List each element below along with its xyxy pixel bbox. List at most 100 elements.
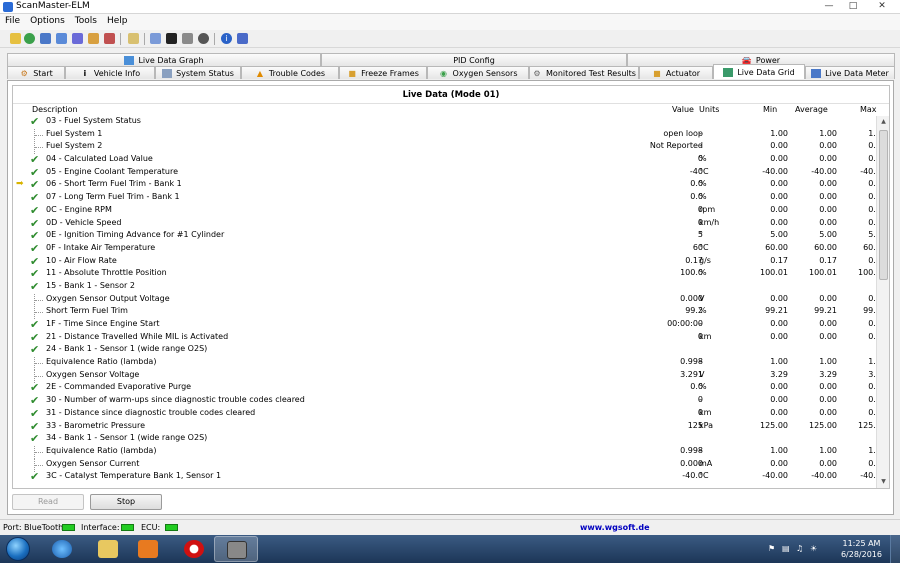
checkmark-icon[interactable]: ✔: [30, 166, 42, 179]
website-link[interactable]: www.wgsoft.de: [580, 523, 650, 532]
stop-button[interactable]: Stop: [90, 494, 162, 510]
table-row[interactable]: ✔ 21 - Distance Travelled While MIL is Ac…: [13, 331, 877, 345]
minimize-button[interactable]: —: [818, 0, 840, 13]
console-icon[interactable]: [166, 33, 177, 44]
table-row[interactable]: Oxygen Sensor Voltage3.291V3.293.293.29: [13, 369, 877, 383]
checkmark-icon[interactable]: ✔: [30, 191, 42, 204]
checkmark-icon[interactable]: ✔: [30, 394, 42, 407]
checkmark-icon[interactable]: ✔: [30, 381, 42, 394]
column-max[interactable]: Max: [860, 105, 877, 114]
table-row[interactable]: ✔ 07 - Long Term Fuel Trim - Bank 1 0.0% 0.…: [13, 191, 877, 205]
tab-live-data-grid[interactable]: Live Data Grid: [713, 64, 805, 79]
table-row[interactable]: ✔ 03 - Fuel System Status: [13, 116, 877, 129]
meter-tool-icon[interactable]: [88, 33, 99, 44]
checkmark-icon[interactable]: ✔: [30, 116, 42, 128]
menu-file[interactable]: File: [0, 14, 25, 26]
checkmark-icon[interactable]: ✔: [30, 470, 42, 483]
table-row[interactable]: ✔ 31 - Distance since diagnostic trouble …: [13, 407, 877, 421]
checkmark-icon[interactable]: ✔: [30, 318, 42, 331]
tab-trouble-codes[interactable]: ▲ Trouble Codes: [241, 66, 339, 79]
tab-live-data-graph[interactable]: Live Data Graph: [7, 53, 321, 66]
taskbar-clock[interactable]: 11:25 AM 6/28/2016: [841, 538, 882, 560]
table-row[interactable]: Oxygen Sensor Output Voltage 0.000 V 0.00 0.…: [13, 293, 877, 307]
tray-volume-icon[interactable]: ♫: [796, 544, 805, 553]
tab-vehicle-info[interactable]: i Vehicle Info: [65, 66, 155, 79]
table-row[interactable]: ✔ 11 - Absolute Throttle Position 100.0% 10…: [13, 267, 877, 281]
table-row[interactable]: ✔ 05 - Engine Coolant Temperature -40 °C -40…: [13, 166, 877, 180]
table-row[interactable]: ✔0C - Engine RPM0rpm0.000.000.00: [13, 204, 877, 218]
maximize-button[interactable]: □: [842, 0, 864, 13]
checkmark-icon[interactable]: ✔: [30, 280, 42, 293]
table-row[interactable]: Fuel System 1open loop-1.001.001.00: [13, 128, 877, 142]
grid-tool-icon[interactable]: [56, 33, 67, 44]
globe-icon[interactable]: [24, 33, 35, 44]
table-row[interactable]: Equivalence Ratio (lambda) 0.998-1.00 1.00…: [13, 445, 877, 459]
connect-icon[interactable]: [10, 33, 21, 44]
tab-actuator[interactable]: ■ Actuator: [639, 66, 713, 79]
tab-monitored-test-results[interactable]: ⚙ Monitored Test Results: [529, 66, 639, 79]
about-info-icon[interactable]: i: [221, 33, 232, 44]
record-tool-icon[interactable]: [104, 33, 115, 44]
taskbar-opera[interactable]: [172, 536, 216, 562]
tab-system-status[interactable]: System Status: [155, 66, 241, 79]
help-book-icon[interactable]: [237, 33, 248, 44]
terminal-icon[interactable]: [150, 33, 161, 44]
column-average[interactable]: Average: [795, 105, 828, 114]
scroll-up-arrow-icon[interactable]: ▲: [877, 116, 890, 128]
table-row[interactable]: ✔ 33 - Barometric Pressure 125 kPa 125.00 125…: [13, 420, 877, 434]
taskbar-media-player[interactable]: [126, 536, 170, 562]
table-row[interactable]: ✔ 3C - Catalyst Temperature Bank 1, Senso…: [13, 470, 877, 484]
table-row[interactable]: ✔ 24 - Bank 1 - Sensor 1 (wide range O2S): [13, 343, 877, 357]
table-row[interactable]: ✔0D - Vehicle Speed0km/h0.000.000.00: [13, 217, 877, 231]
checkmark-icon[interactable]: ✔: [30, 229, 42, 242]
column-units[interactable]: Units: [699, 105, 719, 114]
table-row[interactable]: Short Term Fuel Trim99.2%99.2199.2199.21: [13, 306, 877, 320]
checkmark-icon[interactable]: ✔: [30, 420, 42, 433]
scroll-thumb[interactable]: [879, 130, 888, 280]
read-button[interactable]: Read: [12, 494, 84, 510]
checkmark-icon[interactable]: ✔: [30, 343, 42, 356]
tab-freeze-frames[interactable]: ■ Freeze Frames: [339, 66, 427, 79]
checkmark-icon[interactable]: ✔: [30, 267, 42, 280]
menu-tools[interactable]: Tools: [70, 14, 102, 26]
checkmark-icon[interactable]: ✔: [30, 432, 42, 445]
table-row[interactable]: ✔04 - Calculated Load Value0%0.000.000.0…: [13, 153, 877, 167]
disk-icon[interactable]: [198, 33, 209, 44]
tab-live-data-meter[interactable]: Live Data Meter: [805, 66, 895, 79]
table-row[interactable]: ✔ 0F - Intake Air Temperature 60 °C 60.00 60.…: [13, 242, 877, 256]
table-row[interactable]: ➡ ✔ 06 - Short Term Fuel Trim - Bank 1 0.0%…: [13, 178, 877, 192]
taskbar-ie[interactable]: [40, 536, 84, 562]
tray-flag-icon[interactable]: ⚑: [768, 544, 777, 553]
clipboard-icon[interactable]: [128, 33, 139, 44]
table-row[interactable]: Oxygen Sensor Current0.000mA0.000.000.00: [13, 458, 877, 472]
scroll-down-arrow-icon[interactable]: ▼: [877, 476, 890, 488]
checkmark-icon[interactable]: ✔: [30, 242, 42, 255]
table-row[interactable]: ✔ 1F - Time Since Engine Start 00:00:00- 0.…: [13, 318, 877, 332]
table-row[interactable]: ✔ 30 - Number of warm-ups since diagnosti…: [13, 394, 877, 408]
vehicle-info-tool-icon[interactable]: [40, 33, 51, 44]
checkmark-icon[interactable]: ✔: [30, 217, 42, 230]
tab-oxygen-sensors[interactable]: ◉ Oxygen Sensors: [427, 66, 529, 79]
taskbar-explorer[interactable]: [86, 536, 130, 562]
tray-network-icon[interactable]: ▤: [782, 544, 791, 553]
table-row[interactable]: Fuel System 2Not Reported-0.000.000.00: [13, 141, 877, 155]
column-min[interactable]: Min: [763, 105, 777, 114]
checkmark-icon[interactable]: ✔: [30, 255, 42, 268]
screen-icon[interactable]: [182, 33, 193, 44]
table-row[interactable]: ✔10 - Air Flow Rate0.17g/s0.170.170.17: [13, 255, 877, 269]
show-desktop-button[interactable]: [890, 535, 900, 563]
column-description[interactable]: Description: [32, 105, 78, 114]
column-value[interactable]: Value: [672, 105, 694, 114]
table-row[interactable]: ✔ 0E - Ignition Timing Advance for #1 Cyl…: [13, 229, 877, 243]
tab-pid-config[interactable]: PID Config: [321, 53, 627, 66]
table-row[interactable]: ✔ 34 - Bank 1 - Sensor 1 (wide range O2S): [13, 432, 877, 446]
checkmark-icon[interactable]: ✔: [30, 153, 42, 166]
tab-start[interactable]: ⚙ Start: [7, 66, 65, 79]
menu-help[interactable]: Help: [102, 14, 133, 26]
checkmark-icon[interactable]: ✔: [30, 331, 42, 344]
chart-tool-icon[interactable]: [72, 33, 83, 44]
vertical-scrollbar[interactable]: ▲ ▼: [876, 116, 889, 488]
table-row[interactable]: ✔ 2E - Commanded Evaporative Purge 0.0% 0.0…: [13, 381, 877, 395]
menu-options[interactable]: Options: [25, 14, 70, 26]
tray-power-icon[interactable]: ☀: [810, 544, 819, 553]
